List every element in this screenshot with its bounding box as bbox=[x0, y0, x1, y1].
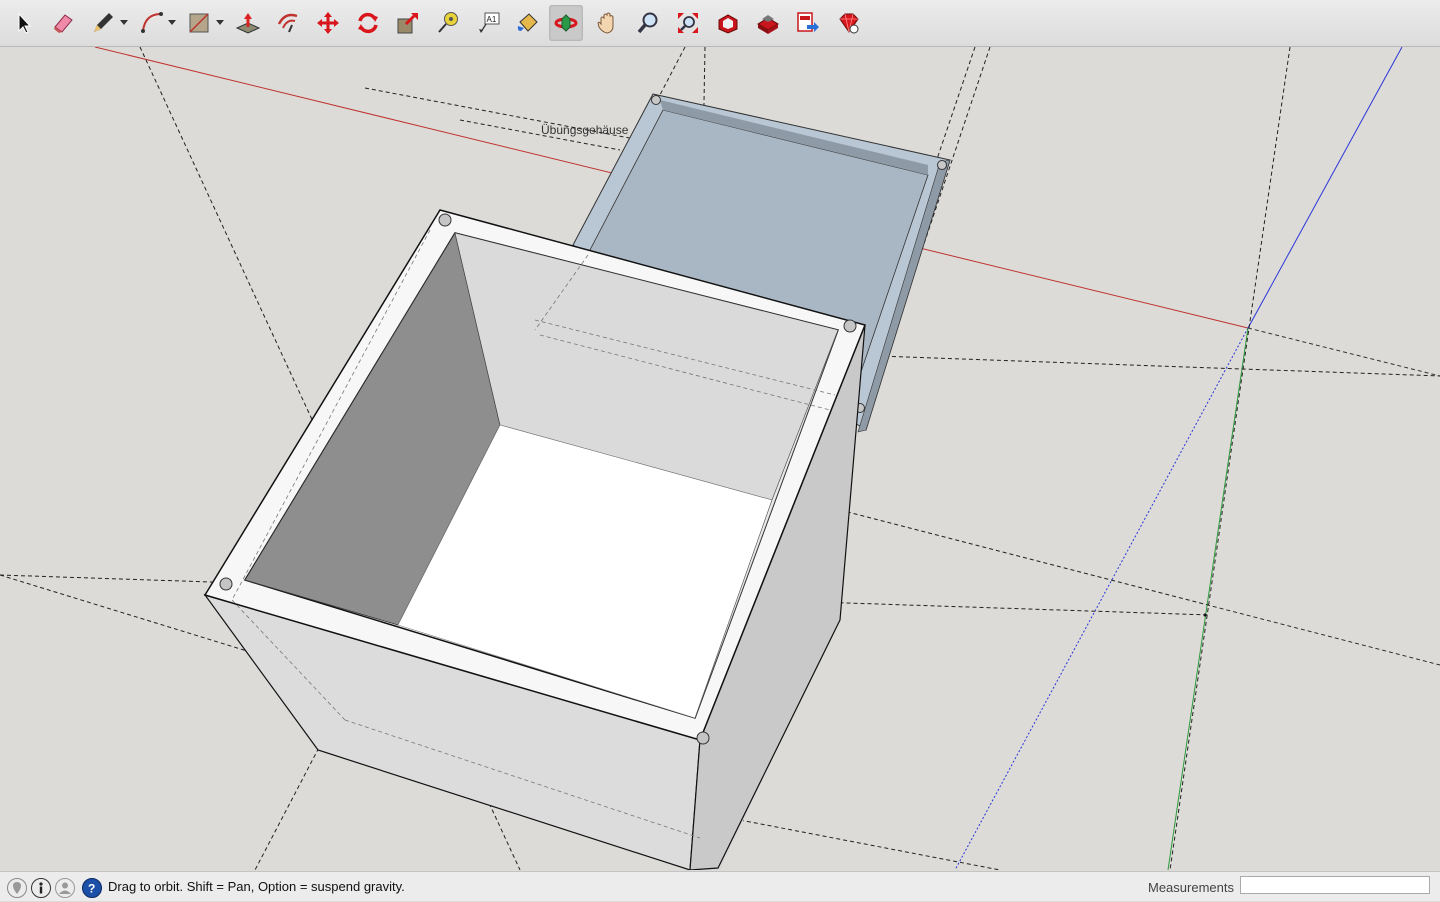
pan-tool-button[interactable] bbox=[591, 5, 625, 41]
model-canvas[interactable] bbox=[0, 47, 1440, 870]
status-bar: ? Drag to orbit. Shift = Pan, Option = s… bbox=[0, 871, 1440, 901]
arrow-cursor-icon bbox=[18, 12, 32, 34]
user-account-icon[interactable] bbox=[55, 878, 75, 898]
red-axis-negative bbox=[1247, 327, 1440, 377]
eraser-icon bbox=[54, 14, 73, 33]
line-tool-dropdown-arrow[interactable] bbox=[120, 20, 128, 25]
orbit-icon bbox=[554, 14, 578, 32]
zoom-tool-button[interactable] bbox=[631, 5, 665, 41]
ruby-console-tool-button[interactable] bbox=[831, 5, 865, 41]
svg-text:?: ? bbox=[88, 882, 95, 896]
instructor-help-icon[interactable]: ? bbox=[82, 878, 102, 898]
magnifier-icon bbox=[637, 12, 658, 34]
offset-icon bbox=[277, 13, 298, 33]
zoom-extents-tool-button[interactable] bbox=[671, 5, 705, 41]
extension-warehouse-tool-button[interactable] bbox=[751, 5, 785, 41]
ruby-icon bbox=[839, 13, 859, 34]
send-to-layout-icon bbox=[797, 12, 819, 32]
arc-tool-dropdown-arrow[interactable] bbox=[168, 20, 176, 25]
measurements-label: Measurements bbox=[1148, 880, 1234, 895]
eraser-tool-button[interactable] bbox=[46, 5, 80, 41]
zoom-extents-icon bbox=[678, 13, 698, 33]
scale-icon bbox=[397, 12, 418, 34]
green-axis bbox=[1167, 327, 1249, 870]
scale-tool-button[interactable] bbox=[391, 5, 425, 41]
measurements-input[interactable] bbox=[1240, 876, 1430, 894]
rotate-icon bbox=[358, 12, 378, 34]
layout-send-tool-button[interactable] bbox=[791, 5, 825, 41]
geo-location-icon[interactable] bbox=[7, 878, 27, 898]
rectangle-tool-button[interactable] bbox=[182, 5, 216, 41]
move-icon bbox=[317, 12, 339, 34]
status-message: Drag to orbit. Shift = Pan, Option = sus… bbox=[108, 879, 405, 894]
component-label: Übungsgehäuse bbox=[541, 123, 629, 137]
text-icon: A1 bbox=[479, 12, 500, 33]
arc-icon bbox=[141, 12, 163, 33]
push-pull-tool-button[interactable] bbox=[231, 5, 265, 41]
extension-warehouse-icon bbox=[757, 15, 779, 34]
hand-icon bbox=[597, 12, 614, 34]
push-pull-icon bbox=[235, 13, 261, 34]
blue-axis bbox=[1247, 47, 1403, 329]
paint-bucket-icon bbox=[517, 13, 538, 32]
box-component[interactable] bbox=[203, 209, 867, 870]
credits-icon[interactable] bbox=[31, 878, 51, 898]
guide-point bbox=[1203, 613, 1207, 617]
warehouse-icon bbox=[718, 14, 738, 34]
rectangle-icon bbox=[189, 13, 209, 33]
blue-axis-negative bbox=[954, 327, 1249, 870]
tape-measure-icon bbox=[438, 12, 458, 33]
select-tool-button[interactable] bbox=[7, 5, 41, 41]
offset-tool-button[interactable] bbox=[271, 5, 305, 41]
arc-tool-button[interactable] bbox=[135, 5, 169, 41]
svg-text:A1: A1 bbox=[487, 15, 497, 24]
orbit-tool-button[interactable] bbox=[549, 5, 583, 41]
pencil-icon bbox=[94, 13, 113, 32]
paint-bucket-tool-button[interactable] bbox=[511, 5, 545, 41]
line-tool-button[interactable] bbox=[86, 5, 120, 41]
rotate-tool-button[interactable] bbox=[351, 5, 385, 41]
rectangle-tool-dropdown-arrow[interactable] bbox=[216, 20, 224, 25]
text-tool-button[interactable]: A1 bbox=[471, 5, 505, 41]
model-viewport[interactable]: Übungsgehäuse bbox=[0, 47, 1440, 870]
move-tool-button[interactable] bbox=[311, 5, 345, 41]
warehouse-tool-button[interactable] bbox=[711, 5, 745, 41]
main-toolbar: A1 bbox=[0, 0, 1440, 47]
tape-measure-tool-button[interactable] bbox=[431, 5, 465, 41]
